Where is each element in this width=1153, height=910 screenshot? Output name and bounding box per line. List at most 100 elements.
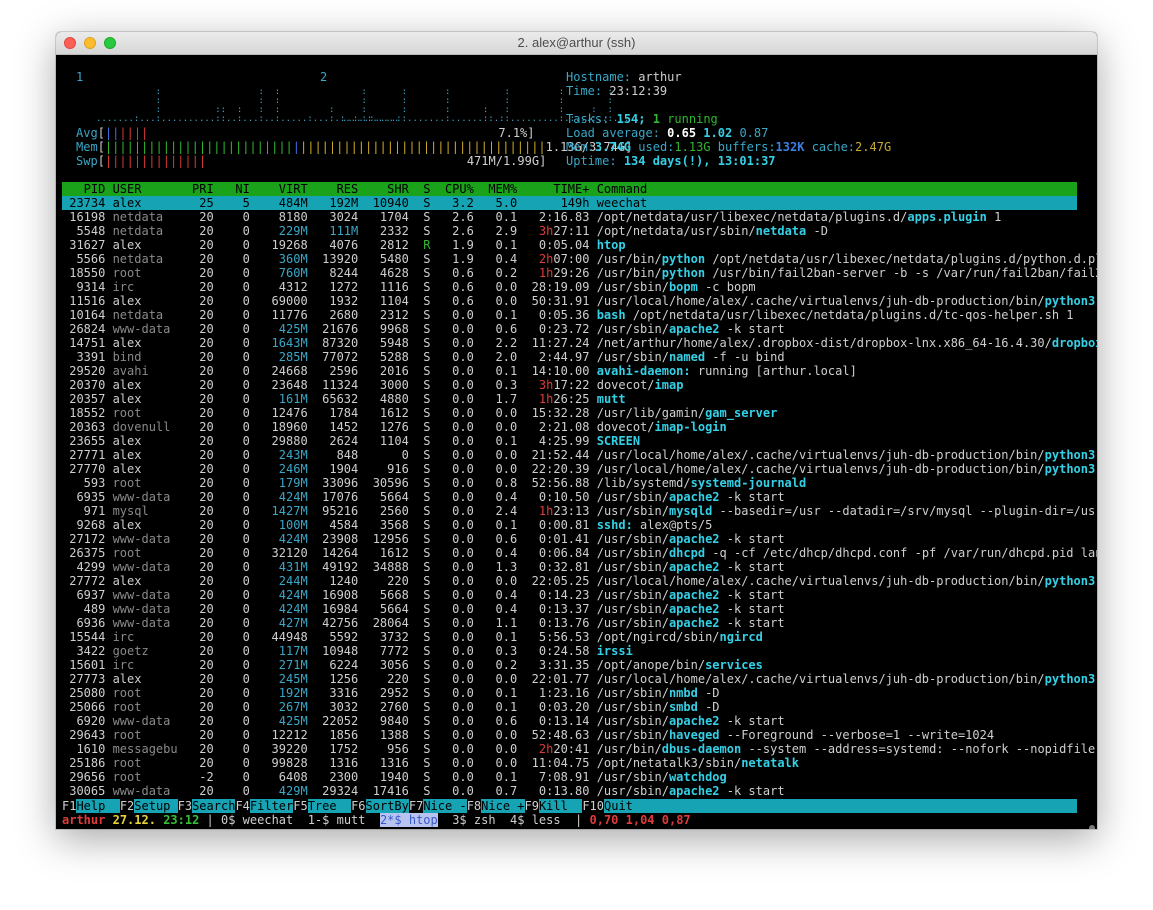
process-row[interactable]: 6937 www-data 20 0 424M 16908 5668 S 0.0…	[62, 588, 784, 602]
process-row[interactable]: 15544 irc 20 0 44948 5592 3732 S 0.0 0.1…	[62, 630, 763, 644]
fkey-label[interactable]: Nice -	[423, 799, 466, 813]
process-row[interactable]: 5566 netdata 20 0 360M 13920 5480 S 1.9 …	[62, 252, 1097, 266]
fkey-f5[interactable]: F5	[293, 799, 308, 813]
cell-cpu: 0.0	[437, 588, 482, 602]
process-row[interactable]: 10164 netdata 20 0 11776 2680 2312 S 0.0…	[62, 308, 1073, 322]
process-row[interactable]: 15601 irc 20 0 271M 6224 3056 S 0.0 0.2 …	[62, 658, 763, 672]
fkey-label[interactable]: Quit	[604, 799, 647, 813]
process-row[interactable]: 25186 root 20 0 99828 1316 1316 S 0.0 0.…	[62, 756, 799, 770]
process-row[interactable]: 27773 alex 20 0 245M 1256 220 S 0.0 0.0 …	[62, 672, 1097, 686]
cell-shr: 1612	[365, 546, 417, 560]
fkey-f8[interactable]: F8	[466, 799, 482, 813]
process-row[interactable]: 23655 alex 20 0 29880 2624 1104 S 0.0 0.…	[62, 434, 640, 448]
process-row[interactable]: 4299 www-data 20 0 431M 49192 34888 S 0.…	[62, 560, 784, 574]
process-row[interactable]: 27172 www-data 20 0 424M 23908 12956 S 0…	[62, 532, 784, 546]
fkey-f1[interactable]: F1	[62, 799, 77, 813]
screen-window-1[interactable]: 1-$ mutt	[308, 813, 366, 827]
cell-pri: 20	[177, 658, 221, 672]
fkey-f10[interactable]: F10	[582, 799, 604, 813]
cell-shr: 28064	[365, 616, 417, 630]
scrollbar[interactable]	[1089, 825, 1095, 829]
cell-pid: 4299	[62, 560, 113, 574]
process-row[interactable]: 18550 root 20 0 760M 8244 4628 S 0.6 0.2…	[62, 266, 1097, 280]
process-row[interactable]: 26375 root 20 0 32120 14264 1612 S 0.0 0…	[62, 546, 1097, 560]
cell-shr: 1116	[365, 280, 417, 294]
fkey-label[interactable]: Help	[76, 799, 119, 813]
fkey-f6[interactable]: F6	[351, 799, 366, 813]
cell-ni: 0	[220, 630, 258, 644]
cell-time: 0:13.14	[524, 714, 597, 728]
cell-time: 0:24.58	[524, 644, 597, 658]
fkey-f2[interactable]: F2	[119, 799, 135, 813]
fkey-label[interactable]: Setup	[134, 799, 177, 813]
cell-pid: 3422	[62, 644, 113, 658]
fkey-label[interactable]: Filter	[250, 799, 293, 813]
process-row[interactable]: 18552 root 20 0 12476 1784 1612 S 0.0 0.…	[62, 406, 777, 420]
cell-ni: 0	[220, 420, 258, 434]
cell-virt: 360M	[257, 252, 315, 266]
process-row[interactable]: 593 root 20 0 179M 33096 30596 S 0.0 0.8…	[62, 476, 807, 490]
process-row[interactable]: 29520 avahi 20 0 24668 2596 2016 S 0.0 0…	[62, 364, 857, 378]
process-row[interactable]: 6920 www-data 20 0 425M 22052 9840 S 0.0…	[62, 714, 784, 728]
selected-process-row[interactable]: 23734 alex 25 5 484M 192M 10940 S 3.2 5.…	[62, 196, 1077, 210]
process-row[interactable]: 11516 alex 20 0 69000 1932 1104 S 0.6 0.…	[62, 294, 1097, 308]
cell-res: 1752	[314, 742, 366, 756]
fkey-label[interactable]: Search	[192, 799, 235, 813]
process-row[interactable]: 489 www-data 20 0 424M 16984 5664 S 0.0 …	[62, 602, 785, 616]
cell-shr: 2016	[365, 364, 417, 378]
process-row[interactable]: 9314 irc 20 0 4312 1272 1116 S 0.6 0.0 2…	[62, 280, 755, 294]
screen-window-0[interactable]: 0$ weechat	[221, 813, 293, 827]
process-row[interactable]: 30065 www-data 20 0 429M 29324 17416 S 0…	[62, 784, 784, 798]
cell-s: S	[416, 252, 438, 266]
process-row[interactable]: 1610 messagebu 20 0 39220 1752 956 S 0.0…	[62, 742, 1097, 756]
process-row[interactable]: 14751 alex 20 0 1643M 87320 5948 S 0.0 2…	[62, 336, 1097, 350]
process-row[interactable]: 20370 alex 20 0 23648 11324 3000 S 0.0 0…	[62, 378, 683, 392]
process-row[interactable]: 20357 alex 20 0 161M 65632 4880 S 0.0 1.…	[62, 392, 625, 406]
process-row[interactable]: 31627 alex 20 0 19268 4076 2812 R 1.9 0.…	[62, 238, 625, 252]
process-row[interactable]: 3422 goetz 20 0 117M 10948 7772 S 0.0 0.…	[62, 644, 632, 658]
fkey-f4[interactable]: F4	[235, 799, 250, 813]
process-row[interactable]: 971 mysql 20 0 1427M 95216 2560 S 0.0 2.…	[62, 504, 1097, 518]
process-row[interactable]: 9268 alex 20 0 100M 4584 3568 S 0.0 0.1 …	[62, 518, 712, 532]
cell-s: S	[416, 728, 438, 742]
process-row[interactable]: 16198 netdata 20 0 8180 3024 1704 S 2.6 …	[62, 210, 1001, 224]
fkey-label[interactable]: SortBy	[366, 799, 409, 813]
screen-window-2[interactable]: 2*$ htop	[379, 813, 438, 827]
process-row[interactable]: 6936 www-data 20 0 427M 42756 28064 S 0.…	[62, 616, 784, 630]
cell-pri: 20	[177, 406, 221, 420]
table-header[interactable]: PID USER PRI NI VIRT RES SHR S CPU% MEM%…	[62, 182, 1077, 196]
process-row[interactable]: 29643 root 20 0 12212 1856 1388 S 0.0 0.…	[62, 728, 994, 742]
cell-shr: 3056	[365, 658, 417, 672]
cell-virt: 246M	[257, 462, 315, 476]
process-row[interactable]: 20363 dovenull 20 0 18960 1452 1276 S 0.…	[62, 420, 727, 434]
cell-pid: 20357	[62, 392, 113, 406]
screen-window-3[interactable]: 3$ zsh	[452, 813, 495, 827]
screen-window-4[interactable]: 4$ less	[510, 813, 561, 827]
process-row[interactable]: 26824 www-data 20 0 425M 21676 9968 S 0.…	[62, 322, 784, 336]
fkey-label[interactable]: Nice +	[481, 799, 524, 813]
cell-res: 2300	[314, 770, 366, 784]
cell-time: 1h23:13	[524, 504, 590, 518]
fkey-f9[interactable]: F9	[524, 799, 539, 813]
process-row[interactable]: 27771 alex 20 0 243M 848 0 S 0.0 0.0 21:…	[62, 448, 1097, 462]
cell-user: root	[112, 770, 178, 784]
cell-user: irc	[112, 280, 178, 294]
process-row[interactable]: 25066 root 20 0 267M 3032 2760 S 0.0 0.1…	[62, 700, 719, 714]
process-row[interactable]: 29656 root -2 0 6408 2300 1940 S 0.0 0.1…	[62, 770, 727, 784]
cell-ni: NI	[220, 182, 258, 196]
process-row[interactable]: 25080 root 20 0 192M 3316 2952 S 0.0 0.1…	[62, 686, 719, 700]
process-row[interactable]: 27772 alex 20 0 244M 1240 220 S 0.0 0.0 …	[62, 574, 1097, 588]
process-row[interactable]: 27770 alex 20 0 246M 1904 916 S 0.0 0.0 …	[62, 462, 1097, 476]
cell-command: Command	[596, 182, 648, 196]
fkey-f3[interactable]: F3	[177, 799, 193, 813]
terminal-content[interactable]: 1 2 : : : : : : : : :::::::: .....…	[56, 55, 1097, 829]
process-row[interactable]: 5548 netdata 20 0 229M 111M 2332 S 2.6 2…	[62, 224, 828, 238]
process-row[interactable]: 6935 www-data 20 0 424M 17076 5664 S 0.0…	[62, 490, 784, 504]
fkey-label[interactable]: Kill	[539, 799, 582, 813]
process-row[interactable]: 3391 bind 20 0 285M 77072 5288 S 0.0 2.0…	[62, 350, 784, 364]
fkey-label[interactable]: Tree	[308, 799, 351, 813]
cell-pri: 20	[177, 518, 221, 532]
fkey-f7[interactable]: F7	[408, 799, 424, 813]
cell-res: 192M	[314, 196, 366, 210]
cell-user: www-data	[112, 616, 178, 630]
